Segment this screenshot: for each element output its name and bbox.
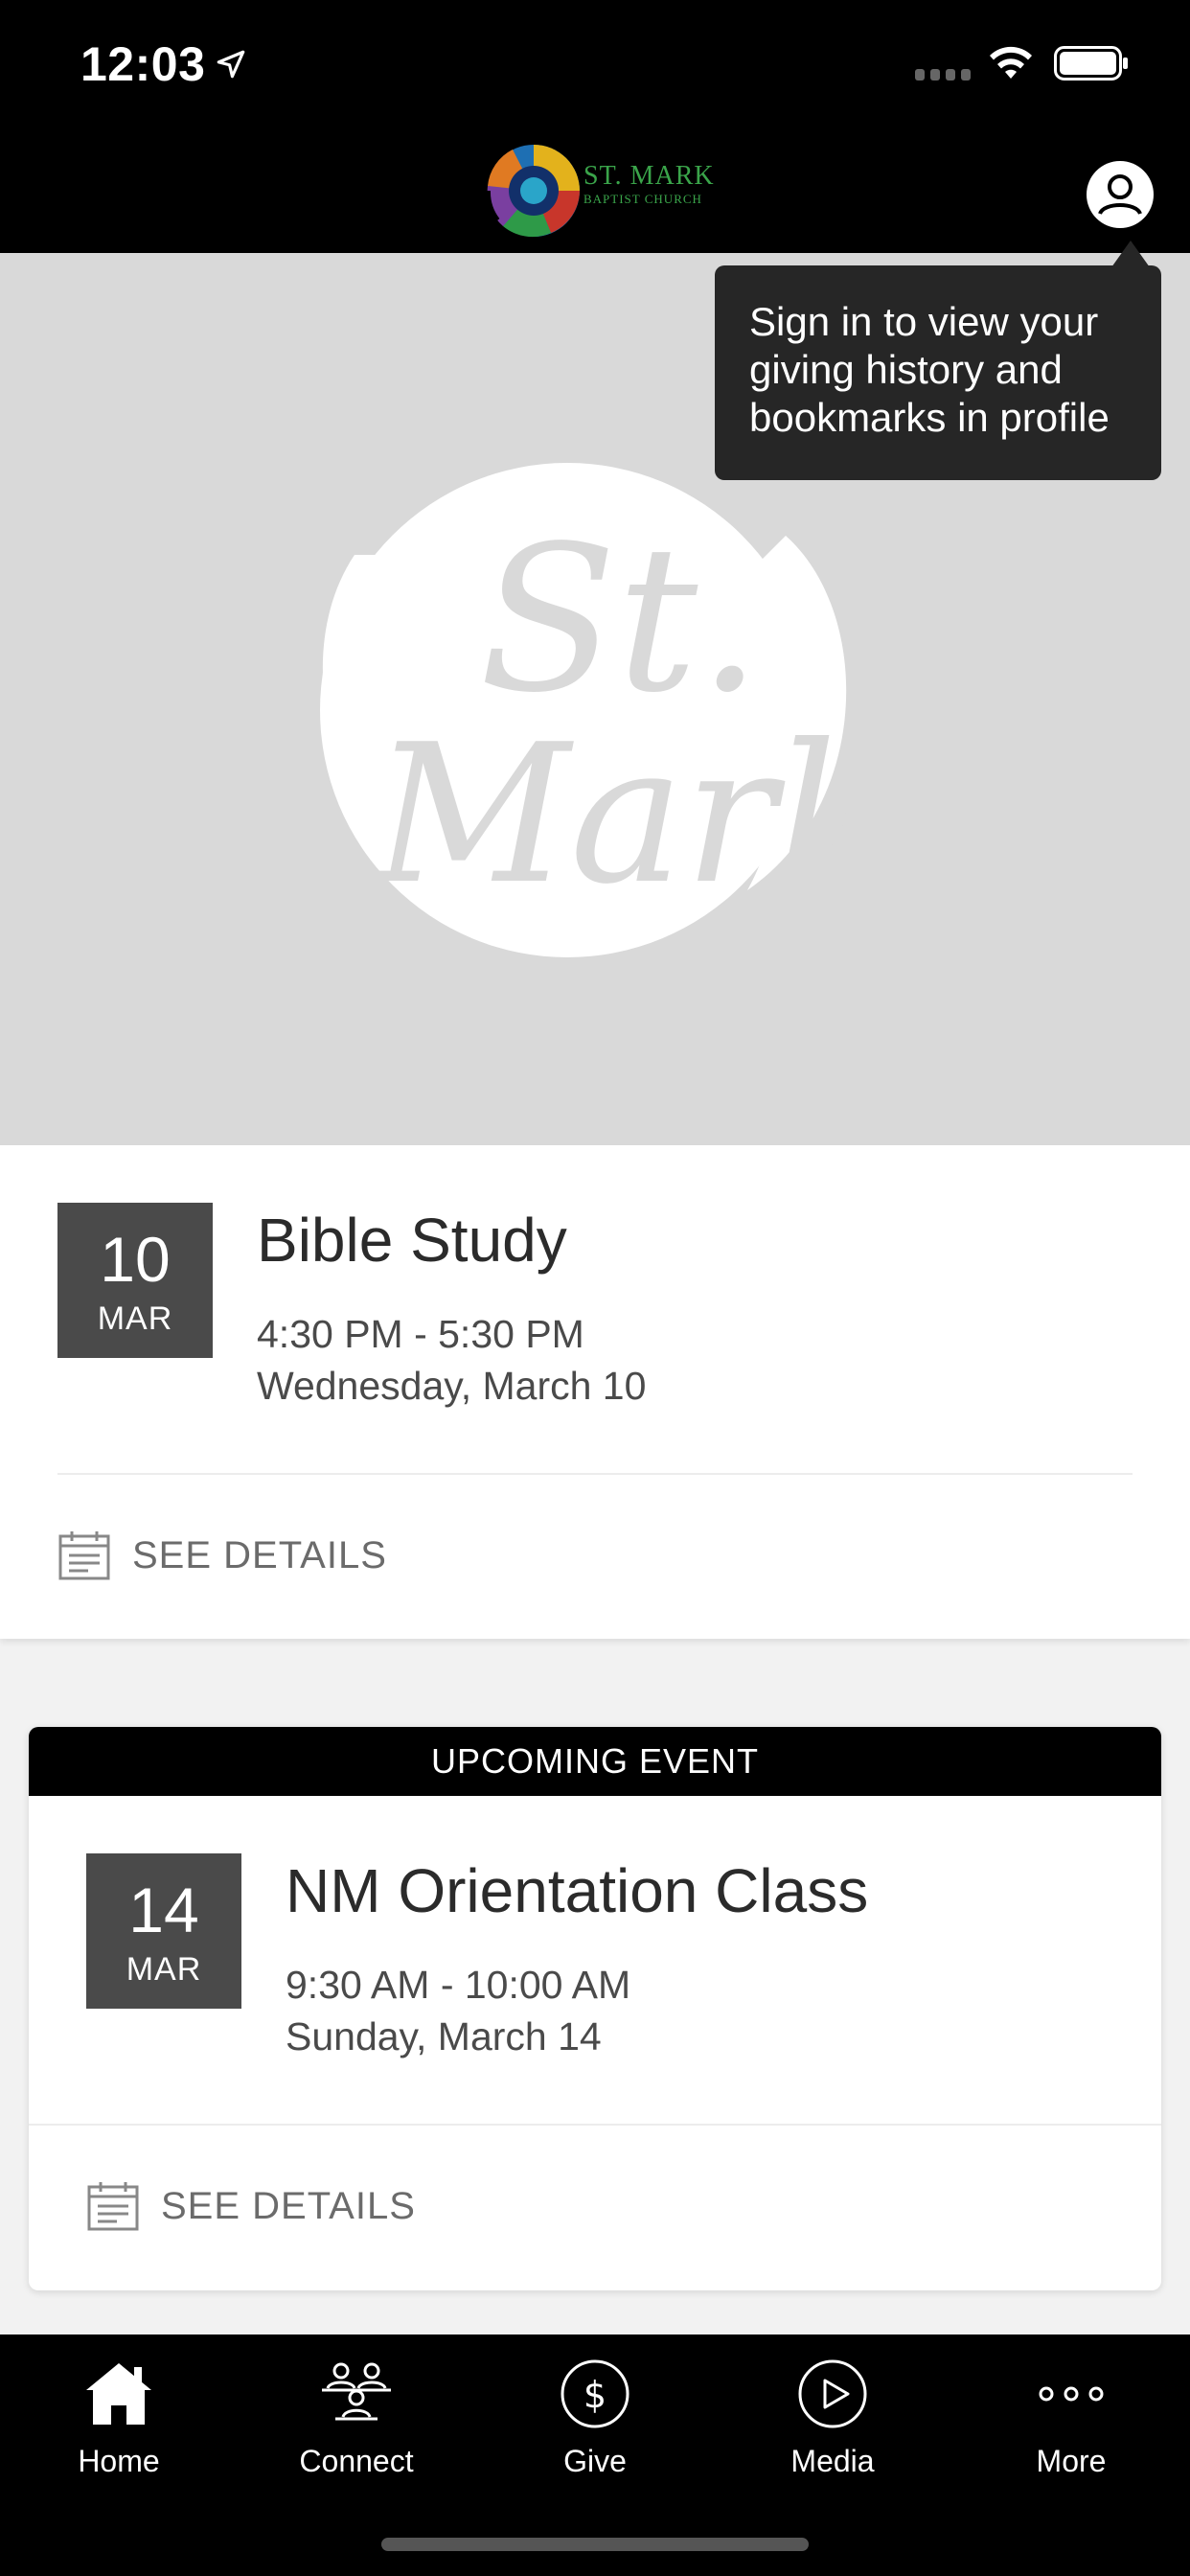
church-logo[interactable]: ST. MARK BAPTIST CHURCH — [484, 138, 714, 243]
event-day: 10 — [100, 1224, 171, 1295]
app-header: ST. MARK BAPTIST CHURCH — [0, 126, 1190, 253]
tab-label: Connect — [299, 2444, 414, 2478]
upcoming-event-card[interactable]: UPCOMING EVENT 14 MAR NM Orientation Cla… — [29, 1727, 1161, 2290]
watermark-line-2: Mark — [370, 703, 891, 927]
status-bar: 12:03 — [0, 0, 1190, 126]
calendar-icon — [87, 2182, 139, 2231]
see-details-label: SEE DETAILS — [132, 1533, 387, 1576]
more-icon — [1039, 2386, 1104, 2402]
tab-home[interactable]: Home — [0, 2356, 238, 2518]
tooltip-line-3: bookmarks in profile — [749, 395, 1110, 440]
event-day: 14 — [128, 1874, 199, 1945]
tooltip-line-2: giving history and — [749, 347, 1063, 392]
wifi-icon — [990, 46, 1032, 79]
tab-media[interactable]: Media — [714, 2356, 951, 2518]
date-box: 10 MAR — [57, 1203, 213, 1358]
tooltip-line-1: Sign in to view your — [749, 299, 1099, 344]
event-time: 4:30 PM - 5:30 PM — [257, 1312, 584, 1356]
st-mark-watermark: St. Mark — [320, 463, 891, 957]
home-icon — [86, 2363, 151, 2425]
profile-icon[interactable] — [1087, 161, 1154, 228]
sign-in-tooltip[interactable]: Sign in to view your giving history and … — [715, 241, 1161, 480]
dollar-icon: $ — [561, 2359, 629, 2428]
date-box: 14 MAR — [86, 1853, 241, 2009]
event-title: NM Orientation Class — [286, 1856, 869, 1925]
divider — [29, 2124, 1161, 2126]
watermark-line-1: St. — [479, 502, 762, 737]
divider — [57, 1473, 1133, 1475]
stained-glass-logo-icon — [484, 145, 580, 238]
event-date: Sunday, March 14 — [286, 2014, 602, 2058]
see-details-label: SEE DETAILS — [161, 2184, 416, 2227]
see-details-button[interactable]: SEE DETAILS — [86, 2179, 416, 2233]
calendar-icon — [58, 1531, 110, 1580]
tab-give[interactable]: $ Give — [476, 2356, 714, 2518]
status-time: 12:03 — [80, 37, 206, 91]
battery-icon — [1054, 46, 1128, 80]
tab-connect[interactable]: Connect — [238, 2356, 475, 2518]
app-root: 12:03 ST. MARK BAPTIST CHURCH Sign in to… — [0, 0, 1190, 2576]
tab-label: Give — [563, 2444, 627, 2478]
tab-label: Media — [790, 2444, 875, 2478]
logo-subtext: BAPTIST CHURCH — [584, 192, 702, 206]
home-indicator[interactable] — [381, 2538, 809, 2551]
event-month: MAR — [126, 1951, 202, 1988]
event-time: 9:30 AM - 10:00 AM — [286, 1963, 631, 2007]
upcoming-event-banner: UPCOMING EVENT — [29, 1727, 1161, 1796]
tab-label: More — [1036, 2444, 1107, 2478]
location-arrow-icon — [217, 50, 245, 79]
event-month: MAR — [97, 1300, 173, 1337]
tab-label: Home — [78, 2444, 160, 2478]
svg-text:$: $ — [584, 2374, 606, 2416]
people-icon — [322, 2362, 391, 2421]
event-card[interactable]: 10 MAR Bible Study 4:30 PM - 5:30 PM Wed… — [0, 1145, 1190, 1639]
logo-text: ST. MARK — [584, 161, 715, 191]
cellular-signal-icon — [915, 69, 971, 80]
see-details-button[interactable]: SEE DETAILS — [57, 1529, 387, 1582]
play-icon — [798, 2359, 867, 2428]
event-date: Wednesday, March 10 — [257, 1364, 647, 1408]
event-title: Bible Study — [257, 1206, 567, 1275]
tab-more[interactable]: More — [952, 2356, 1190, 2518]
